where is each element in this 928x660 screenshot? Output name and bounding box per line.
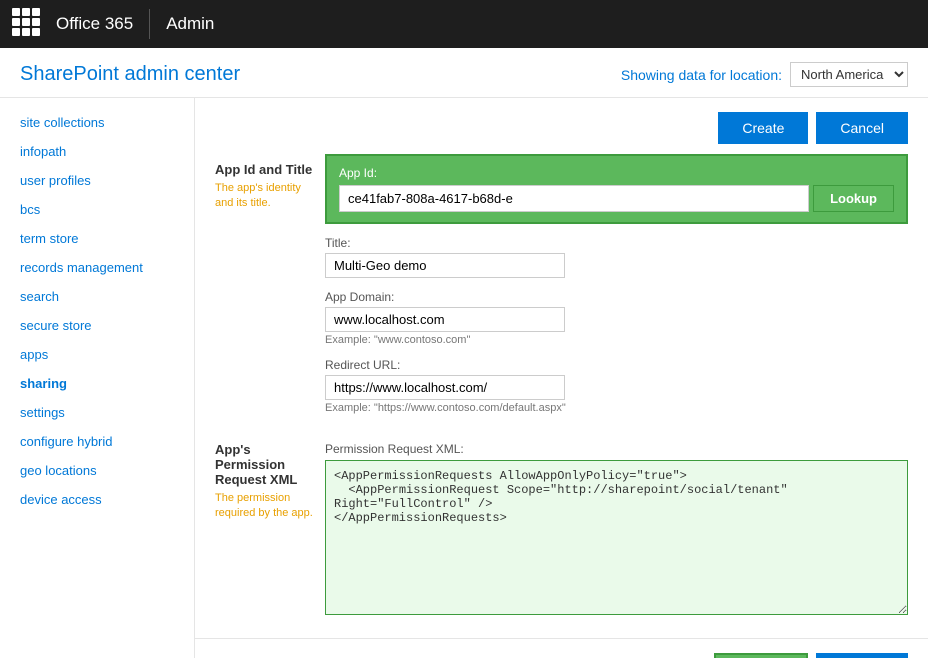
sidebar-item-term-store[interactable]: term store — [0, 224, 194, 253]
cancel-button-top[interactable]: Cancel — [816, 112, 908, 144]
perm-label-desc: The permission required by the app. — [215, 491, 315, 522]
sidebar: site collections infopath user profiles … — [0, 98, 195, 658]
header-divider — [149, 9, 150, 39]
app-id-input-row: Lookup — [339, 185, 894, 212]
app-domain-input[interactable] — [325, 307, 565, 332]
perm-xml-label: Permission Request XML: — [325, 442, 908, 456]
page-title: SharePoint admin center — [20, 63, 240, 86]
title-label: Title: — [325, 236, 908, 250]
sidebar-item-bcs[interactable]: bcs — [0, 195, 194, 224]
perm-row: App's Permission Request XML The permiss… — [215, 434, 908, 618]
sidebar-item-configure-hybrid[interactable]: configure hybrid — [0, 427, 194, 456]
bottom-toolbar: Create Cancel — [195, 638, 928, 658]
location-selector: Showing data for location: North America — [621, 62, 908, 87]
header-section: Admin — [166, 14, 214, 34]
perm-content-col: Permission Request XML: — [325, 442, 908, 618]
app-id-label-main: App Id and Title — [215, 162, 315, 177]
top-toolbar: Create Cancel — [195, 98, 928, 154]
sub-header: SharePoint admin center Showing data for… — [0, 48, 928, 98]
sidebar-item-apps[interactable]: apps — [0, 340, 194, 369]
app-id-field-label: App Id: — [339, 166, 894, 180]
sidebar-item-settings[interactable]: settings — [0, 398, 194, 427]
sidebar-item-search[interactable]: search — [0, 282, 194, 311]
app-domain-field-group: App Domain: Example: "www.contoso.com" — [325, 290, 908, 346]
app-name: Office 365 — [56, 14, 133, 34]
perm-label-col: App's Permission Request XML The permiss… — [215, 434, 325, 618]
form-area: App Id and Title The app's identity and … — [195, 154, 928, 638]
perm-label-main: App's Permission Request XML — [215, 442, 315, 487]
lookup-button[interactable]: Lookup — [813, 185, 894, 212]
location-label: Showing data for location: — [621, 67, 782, 83]
app-id-input[interactable] — [339, 185, 809, 212]
sidebar-item-geo-locations[interactable]: geo locations — [0, 456, 194, 485]
redirect-url-input[interactable] — [325, 375, 565, 400]
sidebar-item-site-collections[interactable]: site collections — [0, 108, 194, 137]
app-id-section: App Id: Lookup — [325, 154, 908, 224]
sidebar-item-sharing[interactable]: sharing — [0, 369, 194, 398]
app-id-label-col: App Id and Title The app's identity and … — [215, 154, 325, 426]
redirect-url-example: Example: "https://www.contoso.com/defaul… — [325, 402, 908, 414]
title-field-group: Title: — [325, 236, 908, 278]
create-button-top[interactable]: Create — [718, 112, 808, 144]
main-layout: site collections infopath user profiles … — [0, 98, 928, 658]
sidebar-item-records-management[interactable]: records management — [0, 253, 194, 282]
cancel-button-bottom[interactable]: Cancel — [816, 653, 908, 658]
app-domain-example: Example: "www.contoso.com" — [325, 334, 908, 346]
location-dropdown[interactable]: North America — [790, 62, 908, 87]
sidebar-item-secure-store[interactable]: secure store — [0, 311, 194, 340]
main-content: Create Cancel App Id and Title The app's… — [195, 98, 928, 658]
sidebar-item-user-profiles[interactable]: user profiles — [0, 166, 194, 195]
create-button-bottom[interactable]: Create — [714, 653, 808, 658]
waffle-button[interactable] — [12, 8, 44, 40]
app-domain-label: App Domain: — [325, 290, 908, 304]
redirect-url-label: Redirect URL: — [325, 358, 908, 372]
header: Office 365 Admin — [0, 0, 928, 48]
redirect-url-field-group: Redirect URL: Example: "https://www.cont… — [325, 358, 908, 414]
sidebar-item-infopath[interactable]: infopath — [0, 137, 194, 166]
perm-xml-textarea[interactable] — [325, 460, 908, 615]
app-id-row: App Id and Title The app's identity and … — [215, 154, 908, 426]
app-id-label-desc: The app's identity and its title. — [215, 181, 315, 212]
sidebar-item-device-access[interactable]: device access — [0, 485, 194, 514]
app-id-content-col: App Id: Lookup Title: App Domain: — [325, 154, 908, 426]
title-input[interactable] — [325, 253, 565, 278]
